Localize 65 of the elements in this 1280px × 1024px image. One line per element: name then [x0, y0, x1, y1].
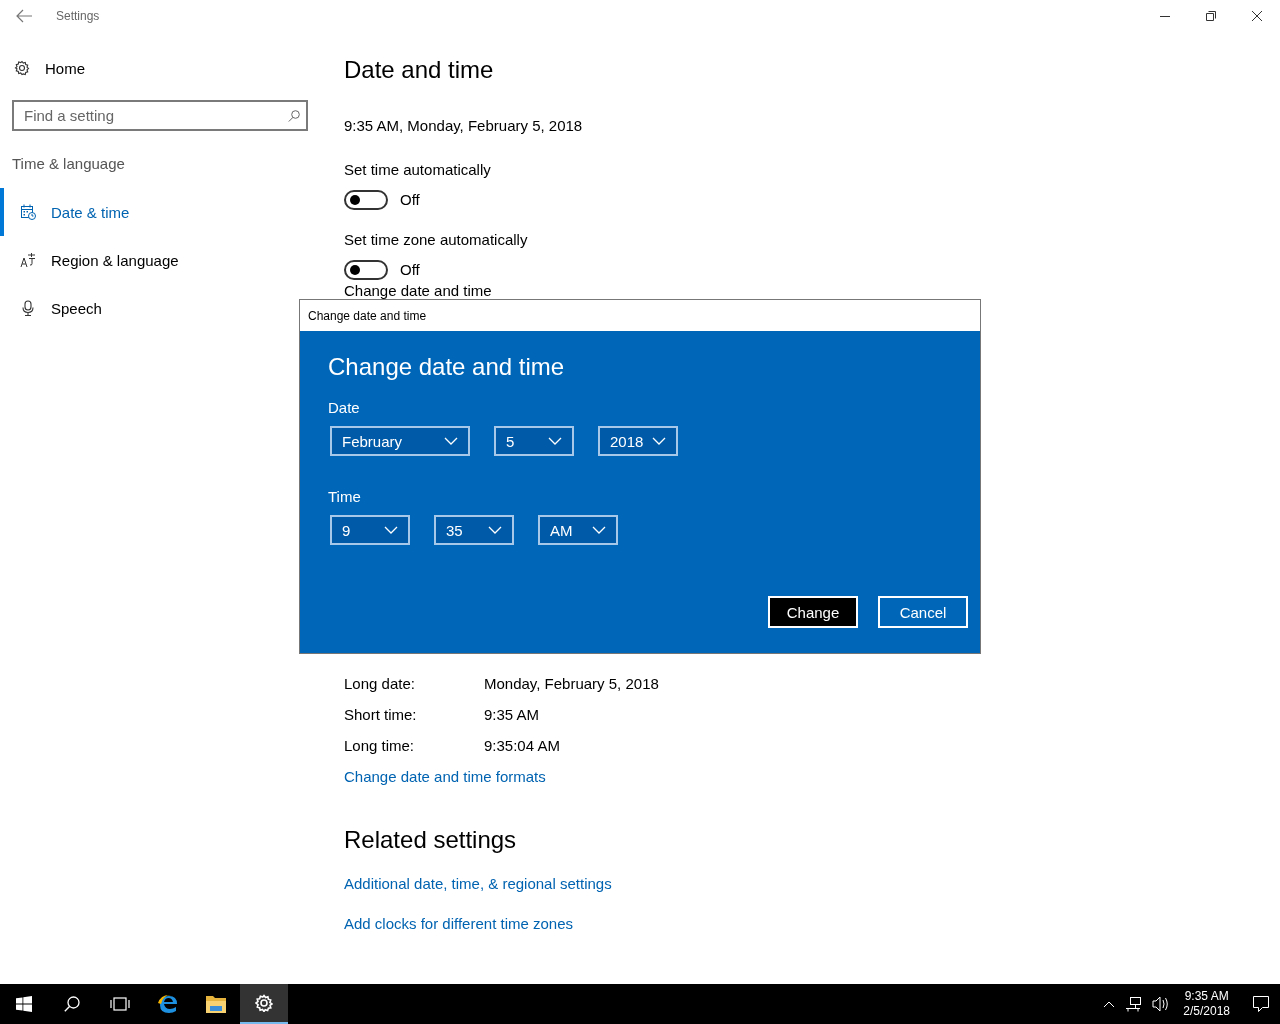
section-heading: Related settings	[344, 825, 518, 855]
format-label: Short time:	[344, 706, 418, 723]
chevron-down-icon	[384, 526, 398, 534]
home-link[interactable]: Home	[0, 52, 332, 84]
nav-item[interactable]: Date & time	[0, 188, 296, 236]
settings-icon	[255, 994, 273, 1012]
back-icon	[15, 9, 33, 23]
chevron-down-icon	[592, 526, 606, 534]
toggle-label: Set time zone automatically	[344, 230, 529, 250]
notification-icon	[1252, 995, 1270, 1013]
dialog-heading: Change date and time	[328, 352, 566, 382]
dialog-title: Change date and time	[300, 300, 980, 331]
clock-date: 2/5/2018	[1183, 1004, 1230, 1019]
search-icon	[288, 110, 300, 122]
dropdown[interactable]: 9	[330, 515, 410, 545]
close-icon[interactable]	[1252, 11, 1262, 21]
language-icon	[20, 252, 36, 268]
restore-icon[interactable]	[1206, 11, 1216, 21]
current-date-time: 9:35 AM, Monday, February 5, 2018	[344, 116, 584, 136]
section-label: Time & language	[12, 154, 126, 174]
dialog-button[interactable]: Change	[768, 596, 858, 628]
field-label: Time	[328, 487, 362, 507]
folder-icon	[205, 993, 227, 1015]
toggle-switch[interactable]	[344, 190, 388, 210]
field-label: Date	[328, 398, 361, 418]
dialog-button[interactable]: Cancel	[878, 596, 968, 628]
toggle-state: Off	[400, 190, 420, 210]
browser-e-icon	[157, 993, 179, 1015]
dropdown[interactable]: 5	[494, 426, 574, 456]
taskbar-button[interactable]	[240, 984, 288, 1024]
page-heading: Date and time	[344, 55, 495, 85]
volume-icon	[1152, 995, 1170, 1013]
chevron-up-icon	[1103, 1000, 1116, 1008]
toggle-state: Off	[400, 260, 420, 280]
windows-logo-icon	[16, 996, 32, 1012]
chevron-down-icon	[444, 437, 458, 445]
network-icon	[1125, 996, 1143, 1012]
nav-item[interactable]: Region & language	[0, 236, 296, 284]
task-view-icon	[110, 996, 130, 1012]
section-label: Change date and time	[344, 282, 493, 299]
microphone-icon	[20, 300, 36, 316]
formats-link[interactable]: Change date and time formats	[344, 768, 546, 785]
format-value: Monday, February 5, 2018	[484, 675, 659, 692]
toggle-switch[interactable]	[344, 260, 388, 280]
toggle-label: Set time automatically	[344, 160, 492, 180]
related-link[interactable]: Additional date, time, & regional settings	[344, 874, 612, 892]
format-value: 9:35 AM	[484, 706, 540, 723]
dropdown[interactable]: 2018	[598, 426, 678, 456]
calendar-clock-icon	[20, 204, 36, 220]
settings-icon	[14, 60, 30, 76]
format-value: 9:35:04 AM	[484, 737, 560, 754]
nav-item[interactable]: Speech	[0, 284, 296, 332]
dropdown[interactable]: February	[330, 426, 470, 456]
search-field[interactable]: Find a setting	[12, 100, 308, 131]
chevron-down-icon	[488, 526, 502, 534]
search-icon	[64, 996, 80, 1012]
format-label: Long time:	[344, 737, 416, 754]
chevron-down-icon	[548, 437, 562, 445]
chevron-down-icon	[652, 437, 666, 445]
dropdown[interactable]: AM	[538, 515, 618, 545]
clock-time: 9:35 AM	[1184, 989, 1229, 1004]
related-link[interactable]: Add clocks for different time zones	[344, 914, 573, 932]
dropdown[interactable]: 35	[434, 515, 514, 545]
window-title: Settings	[56, 9, 101, 23]
format-label: Long date:	[344, 675, 416, 692]
